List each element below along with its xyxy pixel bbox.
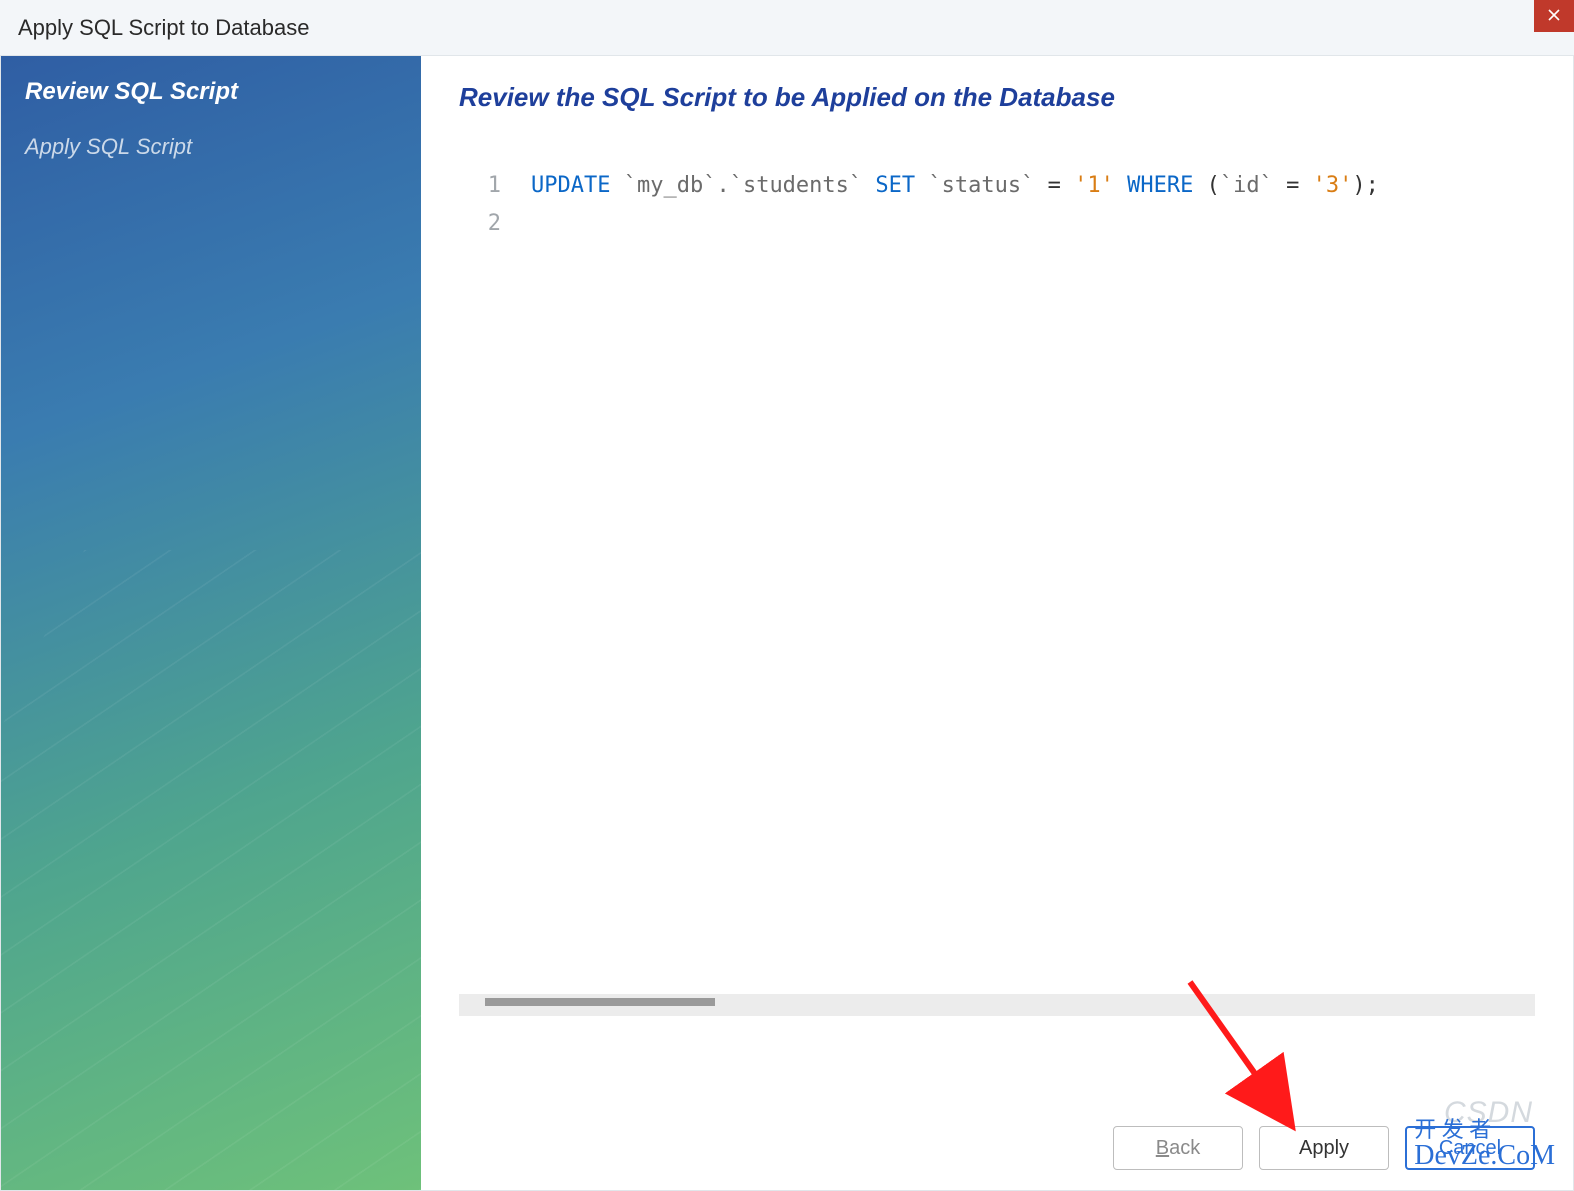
- sql-paren-close: );: [1352, 173, 1379, 198]
- apply-button-label: Apply: [1299, 1137, 1349, 1160]
- horizontal-scrollbar[interactable]: [459, 994, 1535, 1016]
- sql-ident-db: `my_db`: [624, 173, 717, 198]
- page-title: Review the SQL Script to be Applied on t…: [459, 82, 1535, 113]
- apply-button[interactable]: Apply: [1259, 1126, 1389, 1170]
- sql-line: UPDATE `my_db`.`students` SET `status` =…: [531, 167, 1379, 205]
- back-button-label: Back: [1156, 1137, 1200, 1160]
- line-number: 2: [471, 205, 531, 243]
- sql-literal-1: '1': [1074, 173, 1114, 198]
- sql-keyword-update: UPDATE: [531, 173, 610, 198]
- sql-editor[interactable]: 1 UPDATE `my_db`.`students` SET `status`…: [459, 167, 1535, 984]
- titlebar: Apply SQL Script to Database: [0, 0, 1574, 56]
- cancel-button-label: Cancel: [1439, 1137, 1501, 1160]
- sql-literal-3: '3': [1313, 173, 1353, 198]
- sql-keyword-where: WHERE: [1127, 173, 1193, 198]
- cancel-button[interactable]: Cancel: [1405, 1126, 1535, 1170]
- sql-dot: .: [716, 173, 729, 198]
- sql-ident-table: `students`: [730, 173, 862, 198]
- back-button[interactable]: Back: [1113, 1126, 1243, 1170]
- sidebar-step-label: Apply SQL Script: [25, 134, 192, 159]
- sidebar-step-apply[interactable]: Apply SQL Script: [1, 120, 421, 174]
- wizard-sidebar: Review SQL Script Apply SQL Script: [1, 56, 421, 1190]
- editor-row: 2: [471, 205, 1535, 243]
- sql-keyword-set: SET: [875, 173, 915, 198]
- sql-ident-status: `status`: [928, 173, 1034, 198]
- main-panel: Review the SQL Script to be Applied on t…: [421, 56, 1573, 1190]
- line-number: 1: [471, 167, 531, 205]
- scrollbar-thumb[interactable]: [485, 998, 715, 1006]
- window-title: Apply SQL Script to Database: [18, 15, 309, 41]
- dialog-body: Review SQL Script Apply SQL Script Revie…: [0, 56, 1574, 1191]
- close-icon: [1548, 8, 1560, 24]
- sidebar-step-review[interactable]: Review SQL Script: [1, 64, 421, 120]
- close-button[interactable]: [1534, 0, 1574, 32]
- sidebar-step-label: Review SQL Script: [25, 78, 238, 105]
- sql-paren-open: (: [1193, 173, 1220, 198]
- sql-eq: =: [1034, 173, 1074, 198]
- sql-ident-id: `id`: [1220, 173, 1273, 198]
- editor-row: 1 UPDATE `my_db`.`students` SET `status`…: [471, 167, 1535, 205]
- sql-eq: =: [1273, 173, 1313, 198]
- dialog-footer: Back Apply Cancel: [459, 1016, 1535, 1170]
